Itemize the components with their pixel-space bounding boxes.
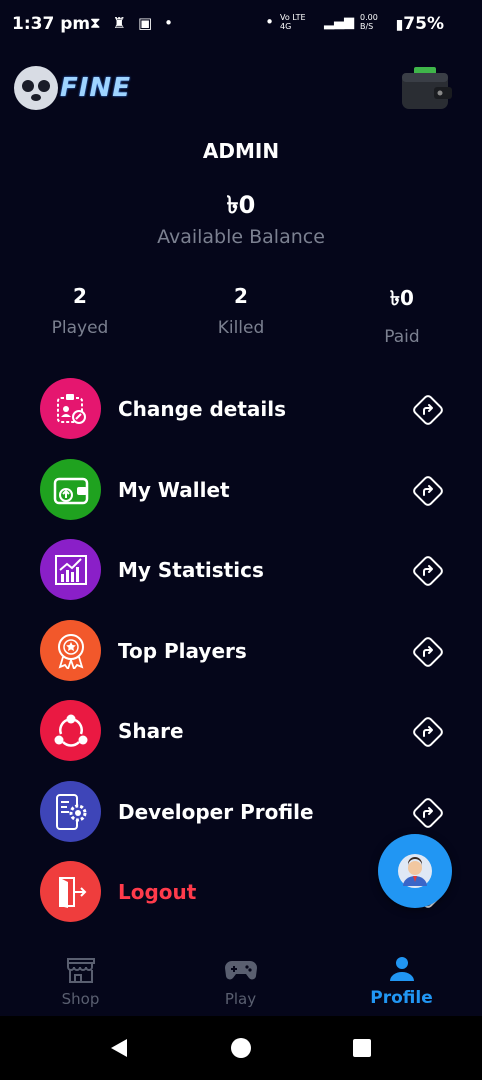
logo-text: FINE [60, 73, 131, 103]
keyhole-icon: ♜ [112, 14, 126, 32]
person-icon [389, 957, 414, 981]
developer-settings-icon [40, 781, 101, 842]
menu-item-label: Top Players [118, 639, 247, 663]
nav-label: Play [224, 990, 257, 1008]
dot-icon: • [265, 13, 274, 31]
menu-item-label: My Wallet [118, 478, 230, 502]
stat-label: Paid [384, 327, 420, 347]
stat-played: 2 Played [20, 284, 140, 338]
speed-label: 0.00 B/S [360, 13, 378, 31]
stat-paid: ৳0 Paid [342, 284, 462, 347]
nav-item-shop[interactable]: Shop [0, 956, 161, 1008]
menu-item-change-details[interactable]: Change details [0, 378, 482, 440]
recents-icon[interactable] [352, 1038, 372, 1058]
stat-value: 2 [73, 284, 87, 308]
id-card-edit-icon [40, 378, 101, 439]
menu-item-label: My Statistics [118, 558, 264, 582]
nav-label: Profile [370, 988, 433, 1008]
store-icon [66, 958, 95, 983]
bottom-nav: Shop Play Profile [0, 948, 482, 1016]
system-nav-bar [0, 1016, 482, 1080]
go-arrow-icon [413, 395, 443, 425]
hourglass-icon: ⧗ [90, 14, 101, 32]
nav-item-play[interactable]: Play [160, 956, 321, 1008]
balance-value: ৳0 [226, 191, 256, 219]
nfc-icon: ▣ [137, 14, 153, 32]
go-arrow-icon [413, 637, 443, 667]
go-arrow-icon [413, 476, 443, 506]
menu-item-my-wallet[interactable]: My Wallet [0, 459, 482, 521]
back-icon[interactable] [108, 1037, 130, 1059]
wallet-money-icon [40, 459, 101, 520]
gamepad-icon [224, 961, 257, 980]
menu-item-my-statistics[interactable]: My Statistics [0, 539, 482, 601]
menu-item-label: Developer Profile [118, 800, 314, 824]
battery-level: ▮75% [395, 14, 444, 34]
balance-label: Available Balance [157, 226, 325, 248]
menu-item-share[interactable]: Share [0, 700, 482, 762]
menu-item-label: Share [118, 719, 184, 743]
menu-item-label: Change details [118, 397, 287, 421]
panda-logo-icon [14, 66, 58, 110]
support-fab[interactable] [378, 834, 452, 908]
stat-value: 2 [234, 284, 248, 308]
go-arrow-icon [413, 717, 443, 747]
share-icon [40, 700, 101, 761]
nav-item-profile[interactable]: Profile [321, 956, 482, 1008]
signal-icon: ▂▄▆ [324, 14, 354, 30]
username: ADMIN [202, 139, 280, 163]
go-arrow-icon [413, 556, 443, 586]
wallet-icon[interactable] [400, 67, 452, 111]
status-bar: 1:37 pm ⧗ ♜ ▣ • • Vo LTE 4G ▂▄▆ 0.00 B/S… [0, 0, 482, 48]
nav-label: Shop [61, 990, 100, 1008]
menu-item-label: Logout [118, 880, 197, 904]
network-label: Vo LTE 4G [280, 13, 306, 31]
stat-label: Played [51, 318, 109, 338]
status-time: 1:37 pm [12, 14, 91, 34]
award-badge-icon [40, 620, 101, 681]
stat-killed: 2 Killed [181, 284, 301, 338]
top-row: FINE [0, 62, 482, 122]
home-icon[interactable] [230, 1037, 252, 1059]
logout-door-icon [40, 861, 101, 922]
stat-label: Killed [217, 318, 265, 338]
menu-item-top-players[interactable]: Top Players [0, 620, 482, 682]
go-arrow-icon [413, 798, 443, 828]
stat-value: ৳0 [390, 286, 414, 310]
bar-chart-icon [40, 539, 101, 600]
dot-icon: • [164, 14, 174, 32]
app-logo: FINE [14, 66, 131, 110]
support-agent-icon [398, 854, 432, 888]
